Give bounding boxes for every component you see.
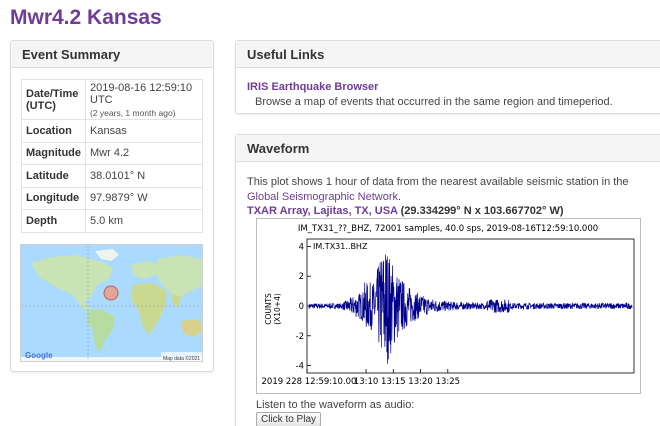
iris-browser-link[interactable]: IRIS Earthquake Browser <box>247 81 378 93</box>
google-logo: Google <box>25 351 53 360</box>
magnitude-value: Mwr 4.2 <box>85 141 203 165</box>
plot-header: IM_TX31_??_BHZ, 72001 samples, 40.0 sps,… <box>298 224 598 234</box>
world-map-svg: Google Map data ©2021 <box>21 245 202 362</box>
summary-row-datetime: Date/Time (UTC) 2019-08-16 12:59:10 UTC … <box>21 79 203 120</box>
x-tick-label: 13:20 <box>408 377 433 387</box>
datetime-value: 2019-08-16 12:59:10 UTC (2 years, 1 mont… <box>85 79 203 120</box>
event-map[interactable]: Google Map data ©2021 <box>20 244 203 362</box>
longitude-value: 97.9879° W <box>85 186 203 210</box>
station-coords: (29.334299° N x 103.667702° W) <box>400 205 564 217</box>
latitude-key: Latitude <box>21 164 86 188</box>
y-tick-label: 2 <box>299 272 304 282</box>
y-tick-label: -4 <box>296 362 304 372</box>
x-tick-label: 13:15 <box>381 377 406 387</box>
summary-row-location: Location Kansas <box>21 119 203 143</box>
depth-value: 5.0 km <box>85 209 203 233</box>
waveform-desc-prefix: This plot shows 1 hour of data from the … <box>247 176 629 188</box>
y-tick-label: 4 <box>299 242 304 252</box>
summary-row-magnitude: Magnitude Mwr 4.2 <box>21 141 203 165</box>
latitude-value: 38.0101° N <box>85 164 203 188</box>
map-credit: Map data ©2021 <box>163 355 200 362</box>
page-title: Mwr4.2 Kansas <box>10 6 162 29</box>
iris-browser-description: Browse a map of events that occurred in … <box>255 96 613 108</box>
location-value: Kansas <box>85 119 203 143</box>
summary-row-longitude: Longitude 97.9879° W <box>21 186 203 210</box>
waveform-panel: Waveform This plot shows 1 hour of data … <box>235 134 660 426</box>
waveform-description: This plot shows 1 hour of data from the … <box>247 175 647 204</box>
datetime-key: Date/Time (UTC) <box>21 79 86 120</box>
x-tick-label: 2019 228 12:59:10.00 <box>262 377 357 387</box>
useful-links-panel: Useful Links IRIS Earthquake Browser Bro… <box>235 40 660 114</box>
useful-links-heading: Useful Links <box>236 41 660 68</box>
x-tick-label: 13:10 <box>354 377 379 387</box>
trace-label: IM.TX31..BHZ <box>313 242 368 251</box>
waveform-heading: Waveform <box>236 135 660 162</box>
station-line: TXAR Array, Lajitas, TX, USA (29.334299°… <box>247 205 564 217</box>
station-link[interactable]: TXAR Array, Lajitas, TX, USA <box>247 205 398 217</box>
waveform-desc-suffix: . <box>398 190 402 203</box>
y-axis-label-counts: COUNTS <box>264 293 273 325</box>
event-summary-table: Date/Time (UTC) 2019-08-16 12:59:10 UTC … <box>21 79 203 233</box>
y-tick-label: 0 <box>299 302 304 312</box>
event-marker-icon[interactable] <box>103 285 119 301</box>
x-tick-label: 13:25 <box>436 377 461 387</box>
summary-row-depth: Depth 5.0 km <box>21 209 203 233</box>
audio-label: Listen to the waveform as audio: <box>256 399 415 411</box>
longitude-key: Longitude <box>21 186 86 210</box>
play-audio-button[interactable]: Click to Play <box>256 412 322 426</box>
datetime-relative: (2 years, 1 month ago) <box>90 107 176 118</box>
event-summary-heading: Event Summary <box>11 41 213 68</box>
waveform-svg: IM_TX31_??_BHZ, 72001 samples, 40.0 sps,… <box>262 224 635 387</box>
datetime-text: 2019-08-16 12:59:10 UTC <box>90 81 193 106</box>
gsn-link[interactable]: Global Seismographic Network <box>247 191 398 203</box>
y-tick-label: -2 <box>296 332 304 342</box>
magnitude-key: Magnitude <box>21 141 86 165</box>
y-axis-label-scale: (X10+4) <box>273 293 282 325</box>
summary-row-latitude: Latitude 38.0101° N <box>21 164 203 188</box>
waveform-plot: IM_TX31_??_BHZ, 72001 samples, 40.0 sps,… <box>256 218 641 394</box>
depth-key: Depth <box>21 209 86 233</box>
location-key: Location <box>21 119 86 143</box>
